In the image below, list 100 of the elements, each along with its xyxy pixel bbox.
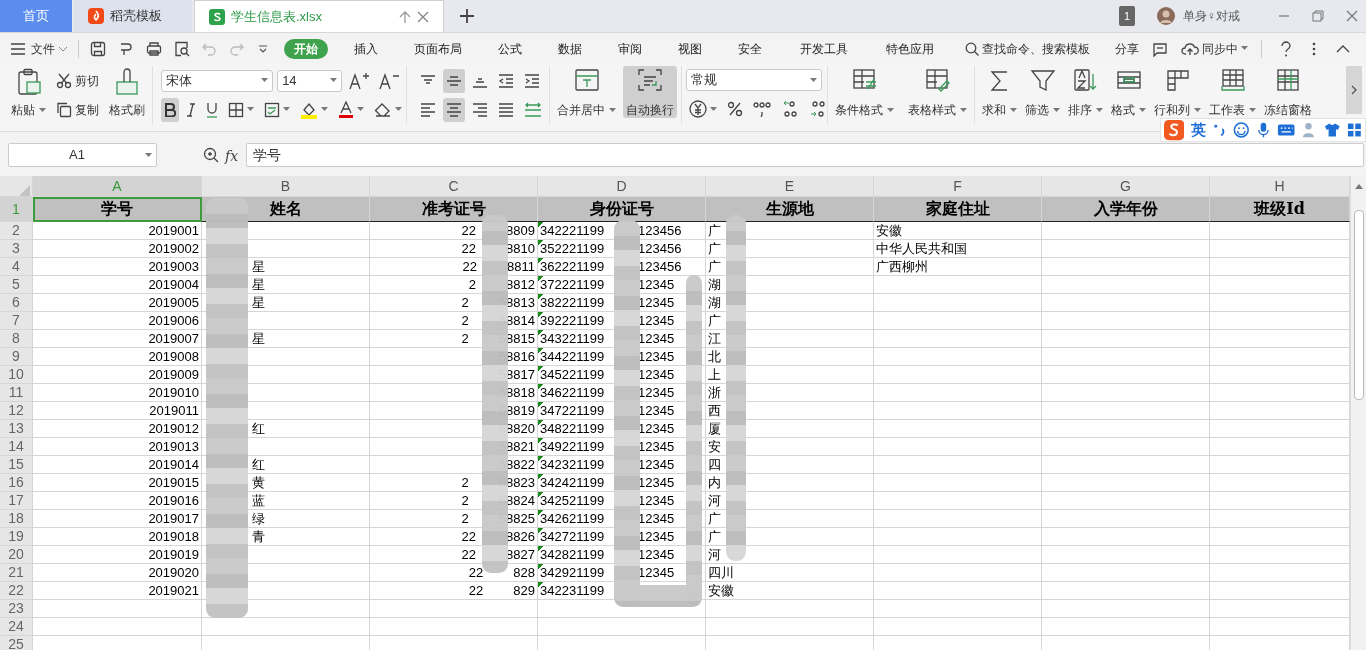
sync-button[interactable]: 同步中: [1178, 36, 1251, 61]
column-header[interactable]: B: [202, 176, 370, 197]
document-tab[interactable]: 稻壳模板: [74, 0, 192, 32]
row-header[interactable]: 24: [0, 618, 33, 636]
formula-input[interactable]: 学号: [246, 143, 1364, 167]
row-header[interactable]: 5: [0, 276, 33, 294]
ribbon-tool-button[interactable]: 筛选: [1022, 66, 1063, 118]
row-header[interactable]: 18: [0, 510, 33, 528]
ribbon-tab[interactable]: 审阅: [608, 38, 652, 59]
ribbon-tool-button[interactable]: 排序: [1065, 66, 1106, 118]
ribbon-tool-button[interactable]: 求和: [979, 66, 1020, 118]
row-header[interactable]: 10: [0, 366, 33, 384]
row-header[interactable]: 9: [0, 348, 33, 366]
function-label[interactable]: fx: [225, 146, 239, 167]
document-tab[interactable]: 学生信息表.xlsx: [194, 0, 444, 32]
cut-button[interactable]: 剪切: [53, 68, 102, 93]
align-middle-button[interactable]: [443, 68, 465, 93]
align-center-button[interactable]: [443, 97, 465, 122]
wrap-text-button[interactable]: 自动换行: [623, 66, 677, 118]
paste-button[interactable]: 粘贴: [8, 66, 49, 118]
cell-text: 22: [461, 240, 477, 257]
table-cell: 2019014: [33, 456, 202, 474]
row-header[interactable]: 23: [0, 600, 33, 618]
copy-button[interactable]: 复制: [53, 97, 102, 122]
column-header[interactable]: E: [706, 176, 874, 197]
user-name[interactable]: 单身♀对戒: [1183, 7, 1240, 25]
ribbon-tab[interactable]: 开始: [284, 38, 328, 59]
column-header[interactable]: D: [538, 176, 706, 197]
caret-icon: [357, 107, 364, 112]
table-cell: 2019020: [33, 564, 202, 582]
row-header[interactable]: 17: [0, 492, 33, 510]
row-header[interactable]: 22: [0, 582, 33, 600]
row-header[interactable]: 11: [0, 384, 33, 402]
ribbon-tab[interactable]: 开发工具: [790, 38, 858, 59]
row-header[interactable]: 20: [0, 546, 33, 564]
row-header[interactable]: 2: [0, 222, 33, 240]
caret-icon: [1010, 107, 1017, 113]
command-search[interactable]: 查找命令、搜索模板: [962, 36, 1093, 61]
number-format-select[interactable]: 常规: [686, 69, 822, 91]
format-painter-button[interactable]: 格式刷: [106, 66, 148, 118]
cell-text: 342721199: [540, 528, 605, 545]
eraser-icon: [374, 101, 392, 118]
ribbon-tool-button[interactable]: 格式: [1108, 66, 1149, 118]
cell-text: 828: [513, 564, 535, 581]
cell-text: 123456: [638, 240, 682, 257]
row-header[interactable]: 7: [0, 312, 33, 330]
bold-button[interactable]: [161, 97, 179, 122]
ribbon-tab[interactable]: 安全: [728, 38, 772, 59]
ribbon-tab[interactable]: 页面布局: [404, 38, 472, 59]
ribbon-tab[interactable]: 特色应用: [876, 38, 944, 59]
window-count-badge[interactable]: 1: [1118, 5, 1135, 27]
row-header[interactable]: 6: [0, 294, 33, 312]
cell-format-icon: [264, 101, 280, 118]
row-header[interactable]: 8: [0, 330, 33, 348]
merge-center-button[interactable]: 合并居中: [554, 66, 619, 118]
font-size-select[interactable]: 14: [277, 69, 342, 92]
comment-icon: [1152, 40, 1168, 57]
ribbon-tool-button[interactable]: 工作表: [1206, 66, 1259, 118]
ribbon-tab[interactable]: 插入: [344, 38, 388, 59]
row-header[interactable]: 15: [0, 456, 33, 474]
cell-text: 372221199: [540, 276, 605, 293]
row-header[interactable]: 19: [0, 528, 33, 546]
row-header[interactable]: 16: [0, 474, 33, 492]
cell-text: 12345: [638, 294, 675, 311]
ribbon-tab[interactable]: 公式: [488, 38, 532, 59]
cell-text: 2: [461, 294, 469, 311]
row-header[interactable]: 21: [0, 564, 33, 582]
name-box[interactable]: A1: [8, 143, 157, 167]
cell-text: 342221199: [540, 222, 605, 239]
row-header[interactable]: 4: [0, 258, 33, 276]
document-tab[interactable]: 首页: [0, 0, 72, 32]
conditional-format-button[interactable]: 条件格式: [832, 66, 897, 118]
ribbon-tab[interactable]: 视图: [668, 38, 712, 59]
ribbon-tool-button[interactable]: 行和列: [1151, 66, 1204, 118]
row-header[interactable]: 25: [0, 636, 33, 650]
conditional-format-icon: [851, 68, 878, 92]
file-menu[interactable]: 文件: [8, 36, 71, 61]
row-header[interactable]: 3: [0, 240, 33, 258]
row-header[interactable]: 12: [0, 402, 33, 420]
ribbon-tab[interactable]: 数据: [548, 38, 592, 59]
input-mode-label[interactable]: 英: [1191, 118, 1207, 142]
font-name-select[interactable]: 宋体: [161, 69, 274, 92]
row-header[interactable]: 13: [0, 420, 33, 438]
borders-icon: [228, 101, 244, 118]
column-header[interactable]: H: [1210, 176, 1350, 197]
scrollbar-thumb[interactable]: [1354, 210, 1364, 400]
share-button[interactable]: 分享: [1112, 36, 1142, 61]
grow-font-icon: [349, 71, 369, 90]
caret-icon: [1053, 107, 1060, 113]
up-arrow-icon: [399, 9, 411, 24]
column-header[interactable]: G: [1042, 176, 1210, 197]
column-header[interactable]: F: [874, 176, 1042, 197]
tab-label: 首页: [23, 7, 49, 26]
column-header[interactable]: C: [370, 176, 538, 197]
currency-button[interactable]: [686, 97, 720, 121]
table-style-icon: [924, 68, 951, 92]
caret-icon: [330, 78, 337, 83]
ribbon-tool-button[interactable]: 冻结窗格: [1261, 66, 1315, 118]
table-style-button[interactable]: 表格样式: [905, 66, 970, 118]
row-header[interactable]: 14: [0, 438, 33, 456]
